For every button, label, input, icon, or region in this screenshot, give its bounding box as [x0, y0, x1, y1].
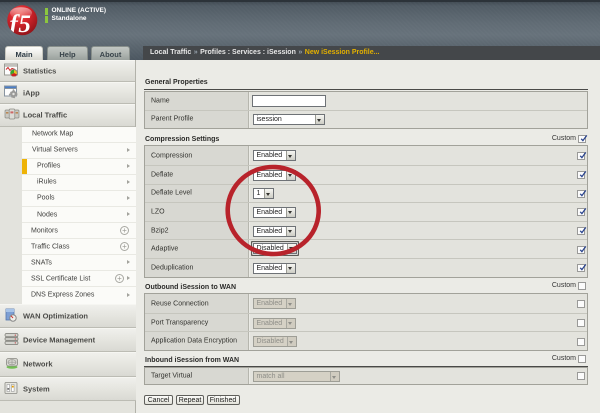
- svg-text:f5: f5: [10, 11, 32, 36]
